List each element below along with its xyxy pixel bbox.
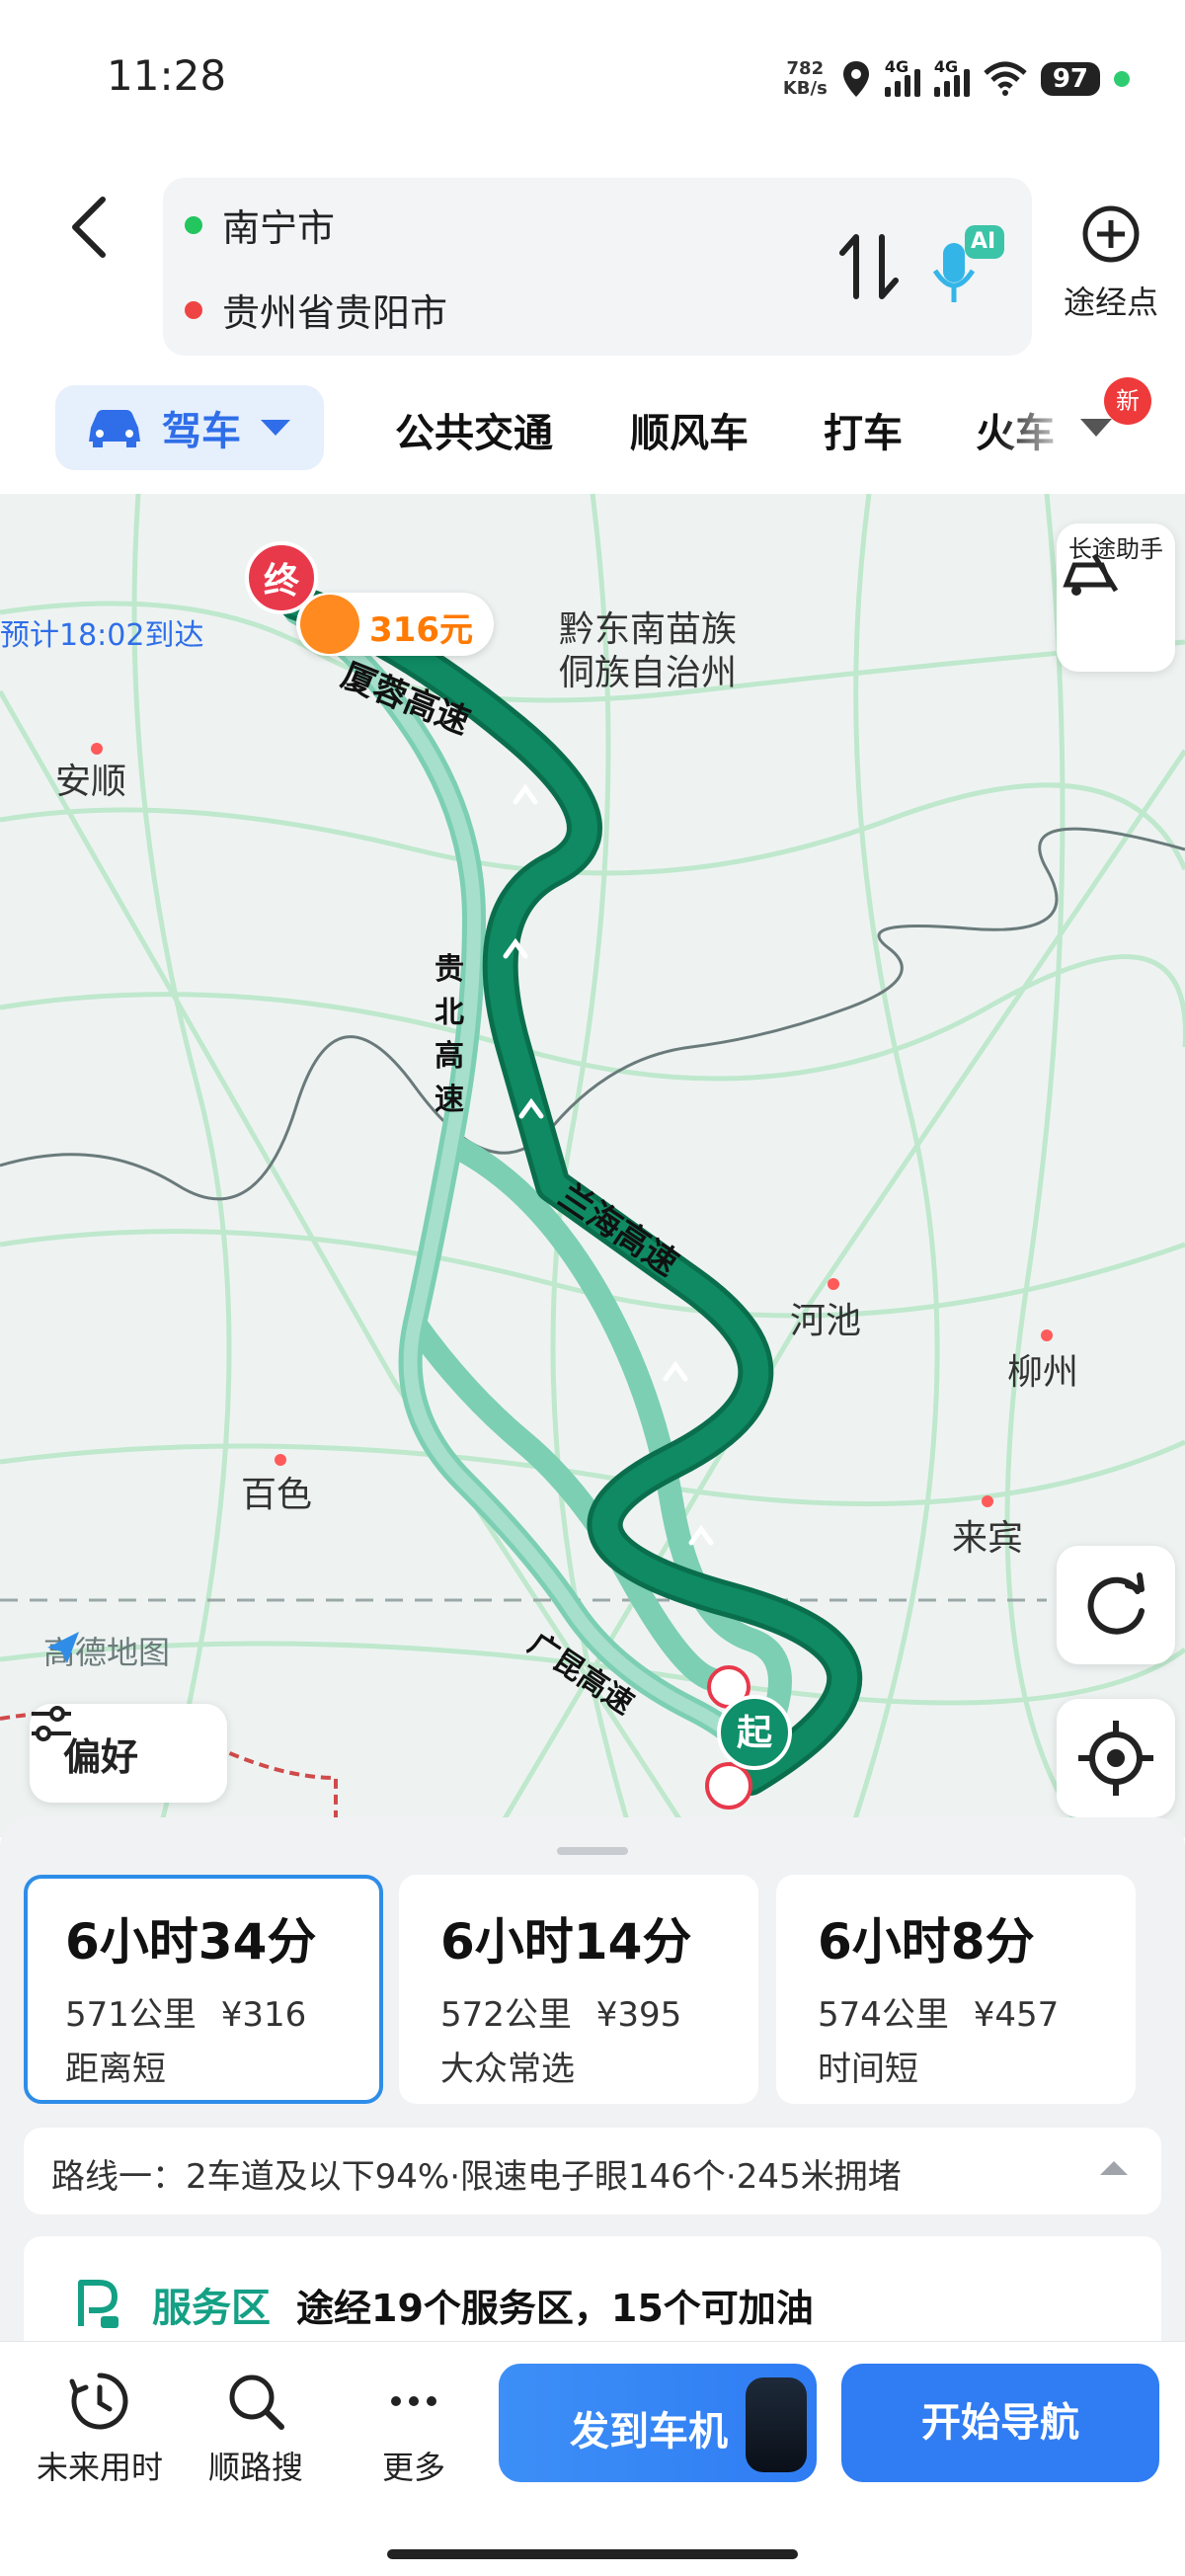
route-distance-cost: 572公里 ¥395: [440, 1995, 682, 2035]
car-assistant-icon: [1063, 553, 1119, 596]
place-label: 安顺: [55, 762, 127, 802]
long-trip-assistant-button[interactable]: 长途助手: [1057, 523, 1175, 672]
tab-transit[interactable]: 公共交通: [395, 401, 553, 458]
chevron-left-icon: [72, 197, 106, 258]
ai-voice-button[interactable]: AI: [923, 217, 1012, 316]
sheet-handle[interactable]: [557, 1847, 628, 1855]
origin-field[interactable]: 南宁市: [185, 198, 335, 252]
new-badge: 新: [1104, 377, 1151, 425]
back-button[interactable]: [59, 188, 118, 267]
preference-button[interactable]: 偏好: [30, 1704, 227, 1803]
route-option-3[interactable]: 6小时8分 574公里 ¥457 时间短: [776, 1875, 1136, 2104]
service-tag: 服务区: [152, 2286, 271, 2331]
refresh-button[interactable]: [1057, 1546, 1175, 1664]
route-summary[interactable]: 路线一：2车道及以下94%·限速电子眼146个·245米拥堵: [24, 2128, 1161, 2214]
service-text: 途经19个服务区，15个可加油: [296, 2286, 814, 2330]
plus-circle-icon: [1082, 205, 1140, 263]
wifi-icon: [984, 61, 1027, 96]
refresh-icon: [1087, 1572, 1145, 1635]
signal-icon: 4G: [884, 57, 920, 97]
add-waypoint-button[interactable]: 途经点: [1047, 202, 1175, 331]
network-speed: 782 KB/s: [782, 58, 828, 99]
parking-icon: [78, 2280, 118, 2328]
route-time: 6小时8分: [818, 1913, 1035, 1971]
place-label: 来宾: [952, 1518, 1024, 1559]
search-icon: [229, 2375, 284, 2430]
locate-icon: [1078, 1721, 1153, 1796]
clock-icon: [69, 2373, 128, 2430]
future-time-button[interactable]: 未来用时: [26, 2370, 174, 2488]
route-tag: 大众常选: [440, 2050, 575, 2089]
tab-drive-label: 驾车: [162, 409, 241, 454]
toll-price: 316元: [369, 610, 473, 650]
route-time: 6小时14分: [440, 1913, 692, 1971]
amap-logo-icon: [47, 1632, 79, 1663]
locate-button[interactable]: [1057, 1699, 1175, 1817]
brand-watermark: 高德地图: [43, 1628, 170, 1673]
route-distance-cost: 571公里 ¥316: [65, 1995, 307, 2035]
swap-button[interactable]: [834, 227, 904, 306]
status-bar: 11:28 782 KB/s 4G 4G 97: [0, 0, 1185, 158]
more-dots-icon: [391, 2396, 436, 2406]
route-tag: 时间短: [818, 2050, 918, 2089]
route-distance-cost: 574公里 ¥457: [818, 1995, 1060, 2035]
place-label: 百色: [241, 1475, 313, 1515]
caret-down-icon: [261, 420, 290, 436]
preference-label: 偏好: [63, 1734, 139, 1779]
waypoint-label: 途经点: [1063, 283, 1158, 321]
battery-indicator: 97: [1040, 62, 1100, 96]
destination-text: 贵州省贵阳市: [222, 291, 448, 335]
sliders-icon: [32, 1706, 71, 1741]
origin-text: 南宁市: [222, 206, 336, 250]
tab-drive[interactable]: 驾车: [55, 385, 324, 470]
route-input-box: 南宁市 贵州省贵阳市 AI: [163, 178, 1032, 356]
along-search-button[interactable]: 顺路搜: [182, 2370, 330, 2488]
route-tag: 距离短: [65, 2050, 166, 2089]
tab-carpool[interactable]: 顺风车: [630, 401, 749, 458]
toll-icon: [300, 595, 359, 654]
origin-dot: [185, 215, 202, 234]
road-label: 贵北高速: [434, 952, 464, 1117]
status-time: 11:28: [107, 51, 227, 100]
bottom-toolbar: 未来用时 顺路搜 更多 发到车机 开始导航: [0, 2341, 1185, 2576]
car-unit-icon: [746, 2377, 807, 2472]
caret-up-icon: [1100, 2161, 1128, 2175]
start-marker[interactable]: 起: [717, 1695, 792, 1770]
microphone-icon: [932, 225, 1004, 302]
start-navigation-button[interactable]: 开始导航: [841, 2364, 1159, 2482]
home-indicator[interactable]: [387, 2549, 798, 2559]
tabs-fade: [997, 385, 1076, 480]
signal-icon: 4G: [933, 57, 970, 97]
more-tabs-button[interactable]: [1076, 415, 1116, 444]
route-option-1[interactable]: 6小时34分 571公里 ¥316 距离短: [24, 1875, 383, 2104]
more-button[interactable]: 更多: [340, 2370, 488, 2488]
ai-badge: AI: [971, 229, 996, 254]
route-time: 6小时34分: [65, 1913, 317, 1971]
destination-field[interactable]: 贵州省贵阳市: [185, 282, 447, 337]
location-icon: [842, 61, 869, 97]
caret-down-icon: [1080, 419, 1112, 437]
car-icon: [89, 410, 140, 447]
tab-taxi[interactable]: 打车: [824, 401, 903, 458]
destination-dot: [185, 300, 202, 319]
swap-icon: [839, 234, 899, 299]
transport-mode-tabs: 驾车 公共交通 顺风车 打车 火车 新: [0, 377, 1185, 480]
route-option-2[interactable]: 6小时14分 572公里 ¥395 大众常选: [399, 1875, 758, 2104]
toll-bubble[interactable]: 316元: [296, 593, 494, 656]
status-icons: 782 KB/s 4G 4G 97: [783, 55, 1130, 103]
service-area-row[interactable]: 服务区 途经19个服务区，15个可加油: [24, 2236, 1161, 2345]
privacy-dot: [1114, 71, 1130, 87]
map-view[interactable]: 黔东南苗族 侗族自治州 安顺 河池 柳州 百色 来宾 厦蓉高速 贵北高速 兰海高…: [0, 494, 1185, 1837]
send-to-car-button[interactable]: 发到车机: [499, 2364, 817, 2482]
map-canvas: [0, 494, 1185, 1837]
place-label: 河池: [790, 1301, 862, 1341]
eta-label: 预计18:02到达: [0, 618, 204, 653]
place-label: 柳州: [1007, 1352, 1079, 1393]
place-label: 侗族自治州: [559, 653, 738, 693]
